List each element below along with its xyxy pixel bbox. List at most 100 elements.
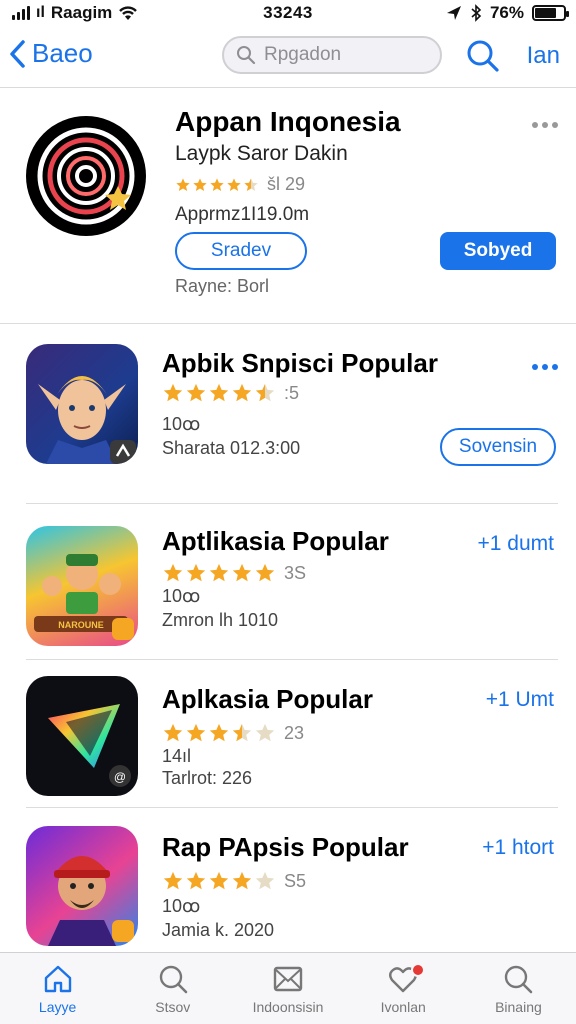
- app-title: Rap PApsis Popular: [162, 832, 409, 862]
- star-icon: [232, 563, 252, 582]
- rating-count: 3S: [284, 562, 307, 583]
- app-detail: Tarlrot: 226: [162, 768, 253, 788]
- featured-get-button[interactable]: Sobyed: [440, 232, 556, 270]
- star-icon: [255, 383, 275, 402]
- cap-man-icon: [26, 826, 138, 946]
- tab-label: Layye: [38, 999, 77, 1015]
- rating-count: 23: [284, 722, 305, 743]
- featured-app[interactable]: Appan Inqonesia Laypk Saror Dakin šl 29 …: [0, 90, 576, 324]
- star-icon: [163, 383, 183, 402]
- chevron-left-icon: [10, 39, 25, 68]
- tab-home[interactable]: Layye: [0, 953, 115, 1024]
- star-rating: [162, 870, 276, 892]
- featured-footer: Rayne: Borl: [175, 276, 270, 296]
- spiral-icon: [26, 116, 146, 236]
- app-downloads: 10ꝏ: [162, 896, 201, 916]
- app-title: Aptlikasia Popular: [162, 526, 389, 556]
- app-detail: Zmron lh 1010: [162, 610, 279, 630]
- svg-text:NAROUNE: NAROUNE: [58, 620, 104, 630]
- app-rating: 23: [162, 722, 304, 744]
- bluetooth-icon: [471, 4, 482, 22]
- status-bar: ıl Raagim 33243 76%: [0, 0, 576, 28]
- star-icon: [255, 563, 275, 582]
- search-placeholder: Rpgadon: [264, 44, 342, 65]
- star-icon: [209, 871, 229, 890]
- featured-title: Appan Inqonesia: [175, 106, 401, 137]
- star-icon: [209, 383, 229, 402]
- location-icon: [446, 6, 461, 20]
- app-rating: S5: [162, 870, 306, 892]
- list-item[interactable]: Rap PApsis Popular S5 10ꝏ Jamia k. 2020 …: [0, 808, 576, 952]
- rating-count: :5: [284, 382, 300, 403]
- back-label: Baeo: [32, 38, 93, 68]
- star-icon: [209, 723, 229, 742]
- featured-subtitle: Laypk Saror Dakin: [175, 142, 348, 165]
- star-rating: [162, 382, 276, 404]
- app-detail: Sharata 012.3:00: [162, 438, 301, 458]
- star-icon: [244, 177, 258, 191]
- list-item[interactable]: @ Aplkasia Popular 23 14ıl Tarlrot: 226 …: [0, 660, 576, 808]
- star-icon: [176, 177, 190, 191]
- app-action-button[interactable]: +1 dumt: [478, 532, 554, 556]
- star-icon: [163, 563, 183, 582]
- star-icon: [186, 871, 206, 890]
- more-options-icon[interactable]: [532, 122, 558, 128]
- star-icon: [163, 723, 183, 742]
- svg-text:@: @: [114, 770, 126, 784]
- app-action-button[interactable]: Sovensin: [440, 428, 556, 466]
- elf-warrior-icon: [26, 344, 138, 464]
- more-options-icon[interactable]: [532, 364, 558, 370]
- star-icon: [209, 563, 229, 582]
- app-rating: :5: [162, 382, 299, 404]
- tab-label: Indoonsisin: [252, 999, 324, 1015]
- home-icon: [44, 965, 71, 993]
- app-title: Aplkasia Popular: [162, 684, 373, 714]
- search-icon[interactable]: [466, 36, 500, 74]
- prism-icon: @: [26, 676, 138, 796]
- status-right: 76%: [446, 3, 569, 23]
- app-title: Apbik Snpisci Popular: [162, 348, 438, 378]
- nav-bar: Baeo Rpgadon Ian: [0, 28, 576, 88]
- star-icon: [255, 723, 275, 742]
- star-rating: [162, 562, 276, 584]
- list-item[interactable]: Apbik Snpisci Popular :5 10ꝏ Sharata 012…: [0, 326, 576, 504]
- tab-favorites[interactable]: Ivonlan: [346, 953, 461, 1024]
- rating-count: šl 29: [267, 174, 306, 194]
- star-icon: [255, 871, 275, 890]
- star-icon: [232, 383, 252, 402]
- app-downloads: 14ıl: [162, 746, 192, 766]
- tab-search[interactable]: Stsov: [115, 953, 230, 1024]
- search-icon: [237, 46, 256, 65]
- notification-badge: [410, 963, 425, 977]
- battery-percent: 76%: [489, 3, 524, 22]
- app-downloads: 10ꝏ: [162, 414, 201, 434]
- nav-right-button[interactable]: Ian: [527, 42, 560, 70]
- tab-label: Ivonlan: [380, 999, 426, 1015]
- search-icon: [159, 965, 188, 994]
- app-detail: Jamia k. 2020: [162, 920, 275, 940]
- star-icon: [227, 177, 241, 191]
- list-item[interactable]: NAROUNE Aptlikasia Popular 3S 10ꝏ Zmron …: [0, 504, 576, 660]
- star-icon: [193, 177, 207, 191]
- battery-icon: [532, 5, 569, 21]
- tab-label: Binaing: [495, 999, 542, 1015]
- app-action-button[interactable]: +1 htort: [482, 836, 554, 860]
- search-input[interactable]: Rpgadon: [222, 36, 442, 74]
- star-icon: [232, 871, 252, 890]
- tab-mail[interactable]: Indoonsisin: [230, 953, 345, 1024]
- cartoon-family-icon: NAROUNE: [26, 526, 138, 646]
- star-icon: [186, 723, 206, 742]
- back-button[interactable]: Baeo: [8, 38, 93, 69]
- mail-icon: [273, 966, 303, 992]
- rating-count: S5: [284, 870, 307, 891]
- tab-browse[interactable]: Binaing: [461, 953, 576, 1024]
- star-rating: [175, 177, 259, 193]
- star-icon: [163, 871, 183, 890]
- featured-meta: Apprmz1I19.0m: [175, 204, 310, 225]
- star-icon: [210, 177, 224, 191]
- star-rating: [162, 722, 276, 744]
- star-icon: [232, 723, 252, 742]
- featured-outline-button[interactable]: Sradev: [175, 232, 307, 270]
- app-action-button[interactable]: +1 Umt: [486, 688, 554, 712]
- search-icon: [505, 965, 533, 994]
